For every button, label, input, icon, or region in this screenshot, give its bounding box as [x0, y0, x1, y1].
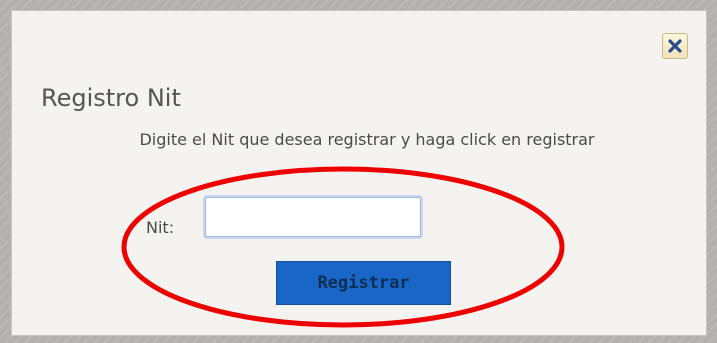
nit-label: Nit:	[146, 218, 175, 237]
register-button[interactable]: Registrar	[276, 261, 451, 305]
close-button[interactable]	[662, 33, 688, 59]
close-icon	[668, 39, 682, 53]
nit-input[interactable]	[205, 197, 421, 237]
instruction-text: Digite el Nit que desea registrar y haga…	[139, 130, 595, 149]
dialog-title: Registro Nit	[41, 84, 181, 112]
